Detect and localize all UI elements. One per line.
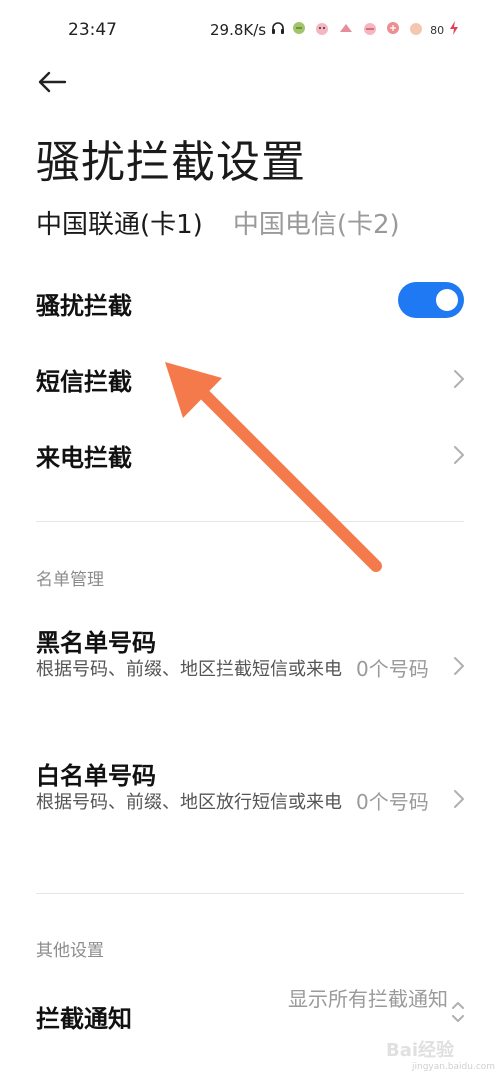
whitelist-desc: 根据号码、前缀、地区放行短信或来电: [36, 792, 342, 813]
battery-level: 80: [430, 23, 445, 37]
chevron-right-icon: [454, 370, 464, 388]
watermark-logo: Bai经验: [386, 1040, 455, 1061]
charging-icon: [448, 20, 460, 40]
harassment-block-label: 骚扰拦截: [36, 292, 132, 320]
status-indicators: 29.8K/s 80: [210, 20, 460, 40]
block-notify-value: 显示所有拦截通知: [288, 987, 448, 1011]
chevron-up-down-icon: [452, 1002, 464, 1022]
block-notify-label: 拦截通知: [36, 1005, 132, 1033]
blacklist-row[interactable]: 黑名单号码 根据号码、前缀、地区拦截短信或来电 0个号码: [0, 615, 500, 725]
whitelist-row[interactable]: 白名单号码 根据号码、前缀、地区放行短信或来电 0个号码: [0, 748, 500, 858]
harassment-block-toggle[interactable]: [398, 282, 464, 318]
blacklist-desc: 根据号码、前缀、地区拦截短信或来电: [36, 659, 342, 680]
back-button[interactable]: [32, 64, 72, 100]
sms-block-label: 短信拦截: [36, 368, 132, 396]
headphones-icon: [270, 20, 286, 40]
call-block-label: 来电拦截: [36, 444, 132, 472]
sim-tabs: 中国联通(卡1) 中国电信(卡2): [36, 204, 400, 241]
hd-icon: [360, 20, 380, 40]
blacklist-count: 0个号码: [356, 657, 429, 681]
chevron-right-icon: [454, 790, 464, 808]
chevron-right-icon: [454, 446, 464, 464]
signal-icon: [336, 20, 356, 40]
plant-icon: [290, 20, 308, 40]
chevron-right-icon: [454, 657, 464, 675]
call-block-row[interactable]: 来电拦截: [0, 424, 500, 486]
tab-sim-1[interactable]: 中国联通(卡1): [36, 204, 203, 241]
section-header-list-management: 名单管理: [36, 570, 104, 590]
section-header-other-settings: 其他设置: [36, 941, 104, 961]
status-time: 23:47: [68, 20, 117, 40]
divider: [36, 893, 464, 894]
whitelist-count: 0个号码: [356, 790, 429, 814]
hd-icon: [312, 20, 332, 40]
tab-sim-2[interactable]: 中国电信(卡2): [233, 204, 400, 241]
divider: [36, 521, 464, 522]
page-title: 骚扰拦截设置: [36, 137, 306, 188]
network-speed: 29.8K/s: [210, 21, 267, 39]
toggle-knob: [436, 289, 458, 311]
app-icon: [384, 20, 402, 40]
watermark-url: jingyan.baidu.com: [412, 1062, 496, 1072]
arrow-left-icon: [38, 71, 67, 93]
battery-icon: [406, 20, 426, 40]
whitelist-title: 白名单号码: [36, 762, 156, 790]
blacklist-title: 黑名单号码: [36, 629, 156, 657]
sms-block-row[interactable]: 短信拦截: [0, 348, 500, 410]
status-bar: 23:47 29.8K/s 80: [0, 0, 500, 60]
